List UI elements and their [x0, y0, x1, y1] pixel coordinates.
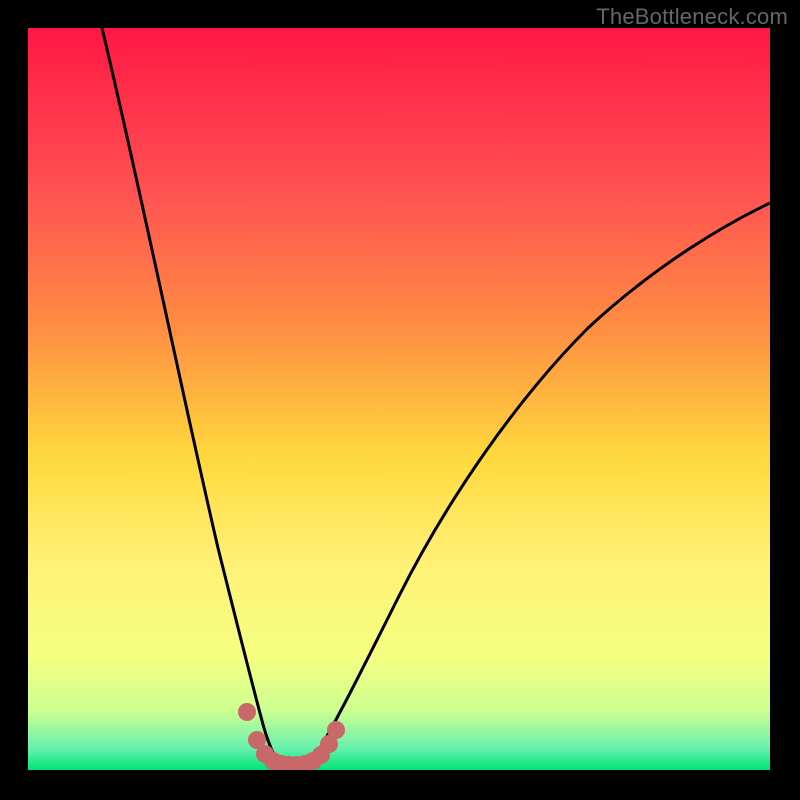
watermark-text: TheBottleneck.com	[596, 4, 788, 30]
chart-frame: TheBottleneck.com	[0, 0, 800, 800]
plot-area	[28, 28, 770, 770]
gradient-background	[28, 28, 770, 770]
chart-svg	[28, 28, 770, 770]
